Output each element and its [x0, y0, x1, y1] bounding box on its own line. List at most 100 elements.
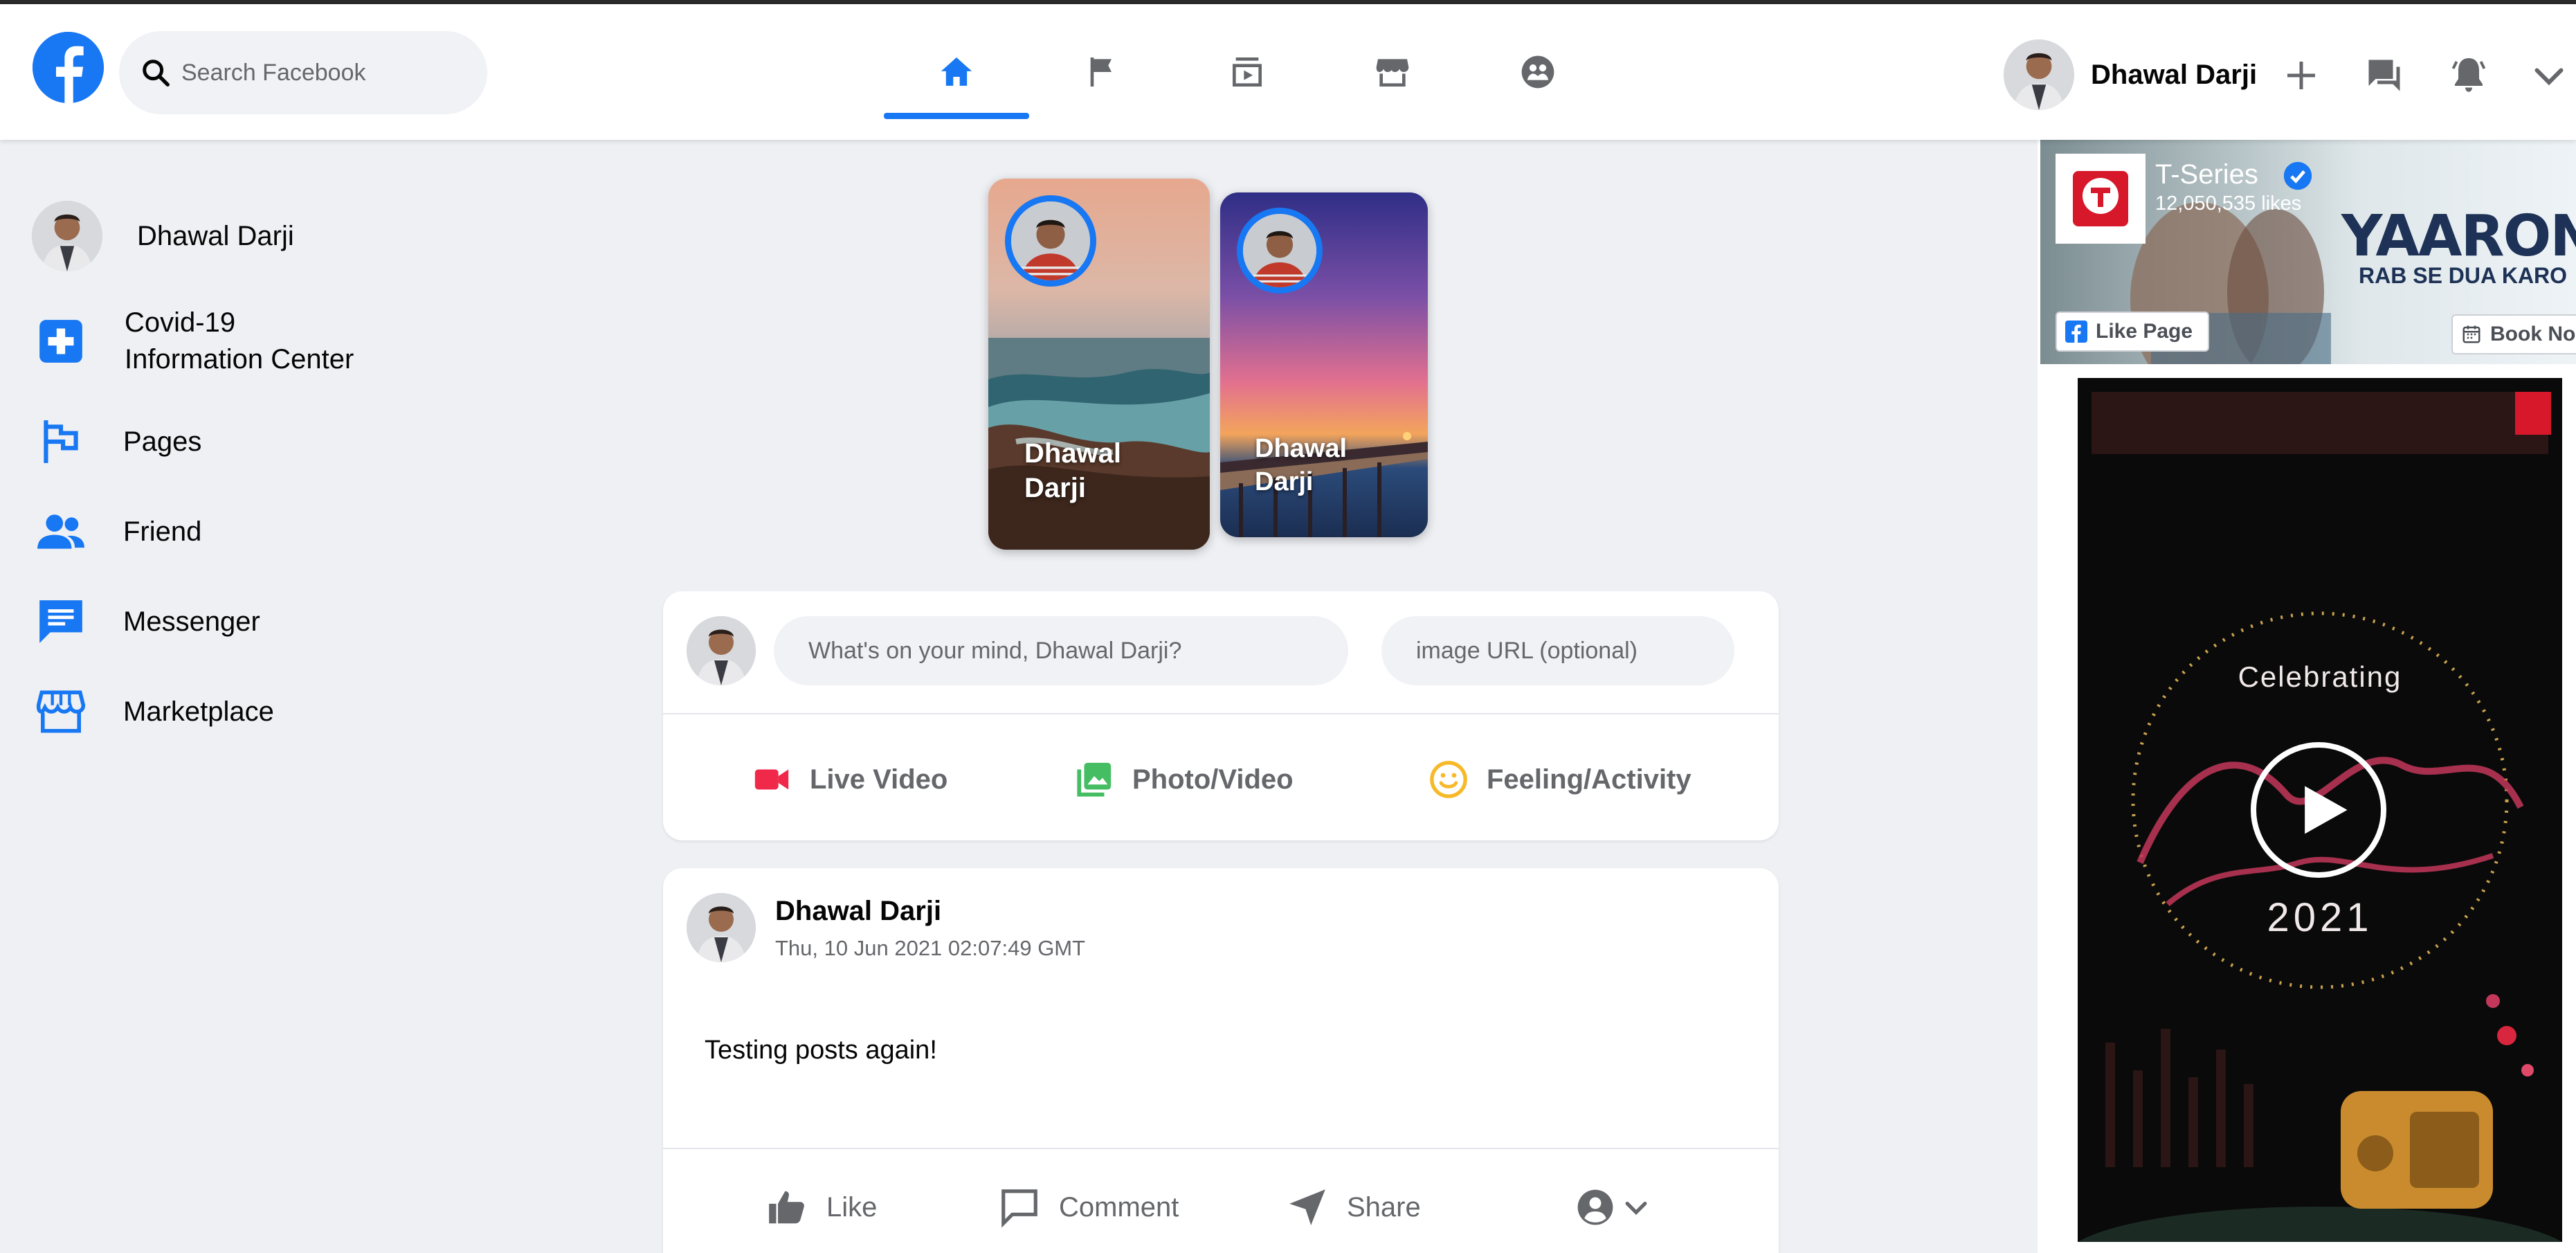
story-avatar	[1237, 208, 1323, 294]
messenger-button[interactable]	[2361, 53, 2407, 98]
share-arrow-icon	[1289, 1189, 1325, 1225]
post-composer: Live Video Photo/Video Feeling/Activity	[663, 591, 1779, 840]
divider	[663, 713, 1779, 714]
covid-plus-icon	[32, 312, 90, 370]
like-button[interactable]: Like	[765, 1173, 877, 1242]
sidebar-item-label: Pages	[123, 426, 202, 457]
comment-icon	[1001, 1189, 1037, 1228]
tab-watch[interactable]	[1174, 4, 1320, 140]
image-url-input[interactable]	[1381, 616, 1734, 685]
thumbs-up-icon	[769, 1191, 804, 1224]
play-icon	[2305, 786, 2348, 834]
avatar	[2004, 39, 2074, 110]
story-name-line1: Dhawal	[1024, 438, 1122, 469]
account-menu-button[interactable]	[2526, 53, 2572, 98]
bell-icon	[2451, 58, 2486, 92]
ad-banner-title: YAARON	[2341, 204, 2576, 269]
tab-groups[interactable]	[1465, 4, 1611, 140]
flag-icon	[1090, 57, 1112, 87]
avatar	[32, 201, 102, 271]
story-card[interactable]: Dhawal Darji	[988, 179, 1210, 550]
like-page-label: Like Page	[2096, 320, 2193, 343]
feeling-activity-label: Feeling/Activity	[1487, 764, 1691, 795]
messenger-icon	[2368, 60, 2400, 91]
book-now-label: Book No	[2490, 323, 2576, 345]
tseries-logo	[2056, 154, 2146, 244]
share-button[interactable]: Share	[1286, 1173, 1421, 1242]
top-navbar: Dhawal Darji	[0, 4, 2576, 140]
groups-icon	[1521, 55, 1554, 89]
feed-post: Dhawal Darji Thu, 10 Jun 2021 02:07:49 G…	[663, 868, 1779, 1253]
sidebar-profile-name: Dhawal Darji	[137, 220, 294, 251]
avatar	[687, 616, 756, 685]
watch-icon	[1233, 57, 1262, 87]
story-avatar	[1005, 195, 1096, 287]
post-audience-button[interactable]	[1575, 1173, 1651, 1242]
marketplace-icon	[32, 683, 90, 741]
ad-page-likes: 12,050,535 likes	[2155, 192, 2302, 215]
photo-icon	[1077, 762, 1112, 797]
marketplace-icon	[1376, 59, 1409, 87]
avatar[interactable]	[687, 893, 756, 962]
like-label: Like	[826, 1191, 878, 1223]
post-author[interactable]: Dhawal Darji	[775, 896, 941, 927]
facebook-logo[interactable]	[33, 32, 104, 103]
like-page-button[interactable]: Like Page	[2056, 312, 2209, 352]
sidebar-item-label: Marketplace	[123, 696, 274, 727]
covid-label-line2: Information Center	[125, 344, 354, 375]
tseries-page-ad[interactable]: T-Series 12,050,535 likes YAARON RAB SE …	[2040, 140, 2576, 364]
video-camera-icon	[754, 769, 789, 790]
photo-video-button[interactable]: Photo/Video	[1074, 745, 1294, 814]
story-author-name: Dhawal Darji	[1255, 432, 1379, 498]
sidebar-item-profile[interactable]: Dhawal Darji	[32, 201, 294, 271]
share-label: Share	[1347, 1191, 1421, 1223]
notifications-button[interactable]	[2446, 53, 2492, 98]
ad-page-name: T-Series	[2155, 159, 2258, 190]
header-profile[interactable]: Dhawal Darji	[2004, 39, 2257, 111]
ad-year-text: 2021	[2267, 895, 2373, 940]
world-music-day-video-ad[interactable]: Celebrating 2021	[2078, 378, 2562, 1242]
tab-pages[interactable]	[1029, 4, 1174, 140]
divider	[663, 1148, 1779, 1149]
feeling-activity-button[interactable]: Feeling/Activity	[1428, 745, 1691, 814]
sidebar-item-label: Friend	[123, 516, 202, 547]
smiley-icon	[1430, 761, 1467, 798]
plus-icon	[2287, 62, 2315, 89]
tab-home[interactable]	[884, 4, 1029, 140]
sidebar-item-pages[interactable]: Pages	[32, 413, 201, 471]
tab-marketplace[interactable]	[1320, 4, 1465, 140]
live-video-label: Live Video	[810, 764, 948, 795]
covid-label-line1: Covid-19	[125, 307, 236, 338]
sidebar-item-marketplace[interactable]: Marketplace	[32, 683, 274, 741]
header-profile-name: Dhawal Darji	[2091, 59, 2258, 90]
account-circle-icon	[1577, 1189, 1613, 1225]
book-now-button[interactable]: Book No	[2451, 314, 2576, 354]
sidebar-item-label: Messenger	[123, 606, 260, 637]
comment-label: Comment	[1059, 1191, 1179, 1223]
story-card[interactable]: Dhawal Darji	[1220, 192, 1428, 537]
comment-button[interactable]: Comment	[998, 1173, 1179, 1242]
right-sidebar-ads: T-Series 12,050,535 likes YAARON RAB SE …	[2038, 140, 2576, 1253]
search-bar[interactable]	[119, 31, 487, 114]
photo-video-label: Photo/Video	[1132, 764, 1294, 795]
calendar-icon	[2462, 325, 2480, 343]
sidebar-item-covid[interactable]: Covid-19 Information Center	[32, 305, 354, 378]
sidebar-item-friend[interactable]: Friend	[32, 503, 201, 561]
ad-celebrating-text: Celebrating	[2238, 660, 2402, 693]
create-button[interactable]	[2278, 53, 2324, 98]
search-icon	[140, 57, 172, 89]
status-input[interactable]	[774, 616, 1348, 685]
ad-banner-subtitle: RAB SE DUA KARO	[2359, 263, 2568, 288]
search-input[interactable]	[181, 59, 472, 87]
sidebar-item-label: Covid-19 Information Center	[125, 305, 354, 378]
verified-badge-icon	[2283, 161, 2313, 191]
messenger-icon	[32, 593, 90, 651]
sidebar-item-messenger[interactable]: Messenger	[32, 593, 260, 651]
facebook-square-icon	[2065, 321, 2087, 343]
chevron-down-icon	[1625, 1201, 1647, 1215]
chevron-down-icon	[2534, 68, 2564, 86]
friends-icon	[32, 503, 90, 561]
play-button[interactable]	[2251, 742, 2386, 878]
live-video-button[interactable]: Live Video	[752, 745, 947, 814]
post-timestamp: Thu, 10 Jun 2021 02:07:49 GMT	[775, 936, 1086, 960]
